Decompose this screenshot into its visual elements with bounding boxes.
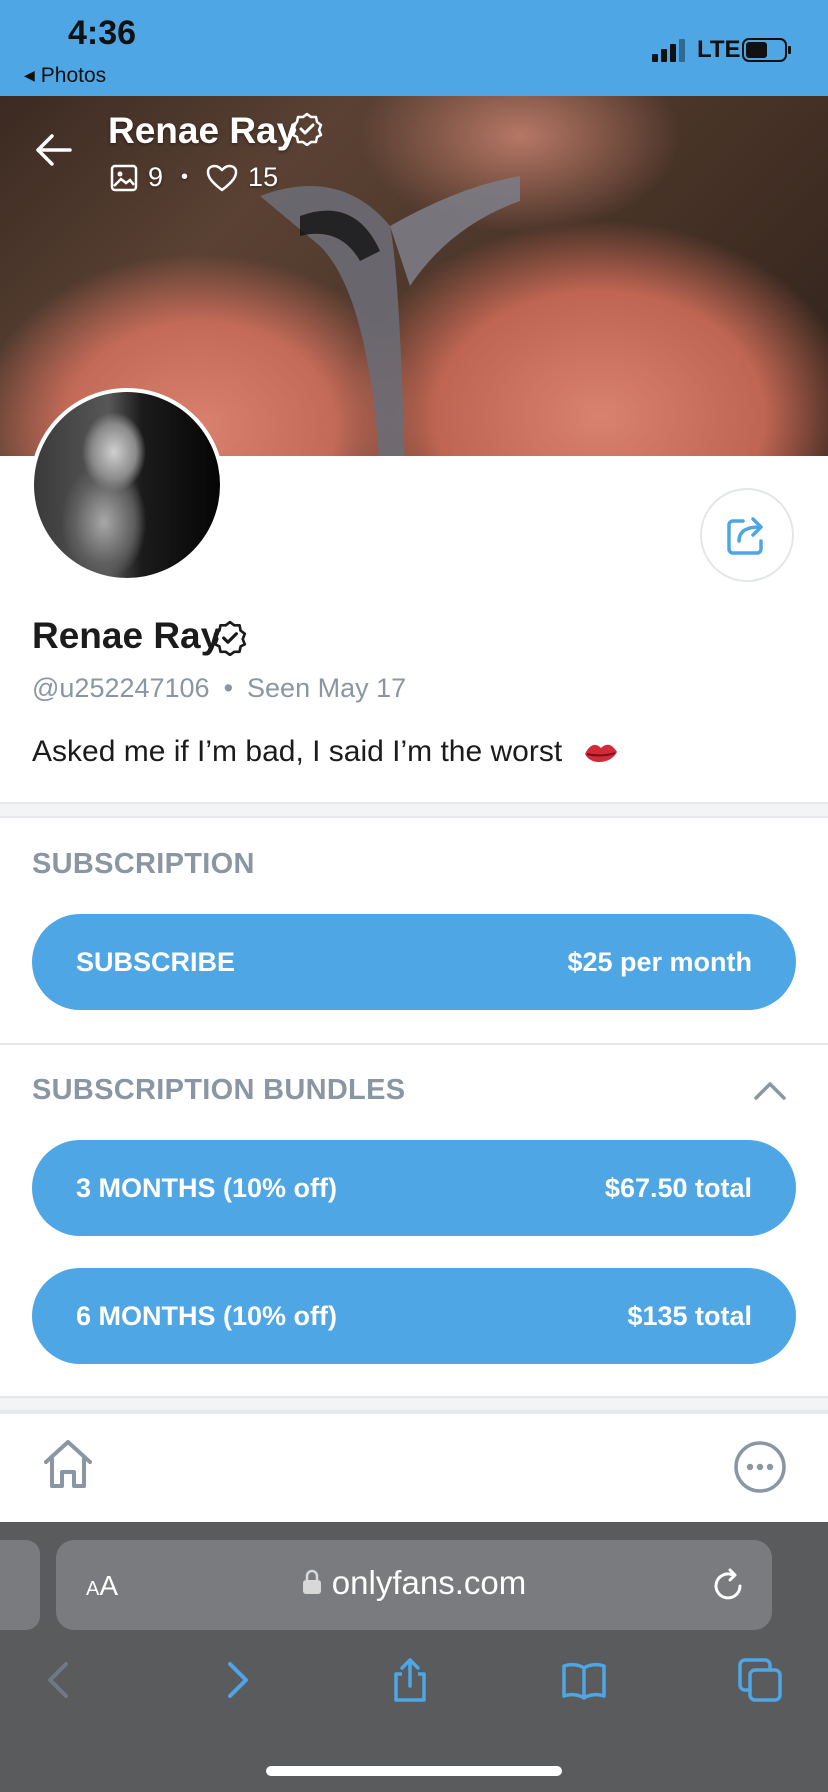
cover-name: Renae Ray — [108, 110, 298, 151]
seen-label: Seen — [247, 673, 311, 703]
bottom-nav-bar — [0, 1412, 828, 1522]
back-arrow-icon[interactable] — [34, 130, 74, 170]
profile-bio: Asked me if I’m bad, I said I’m the wors… — [32, 735, 619, 769]
subscribe-label: SUBSCRIBE — [76, 946, 236, 977]
bundle-6-months-button[interactable]: 6 MONTHS (10% off) $135 total — [32, 1268, 796, 1364]
bio-text: Asked me if I’m bad, I said I’m the wors… — [32, 735, 563, 768]
network-label: LTE — [697, 36, 741, 63]
url-text: onlyfans.com — [331, 1564, 527, 1601]
section-divider — [0, 1396, 828, 1412]
likes-count: 15 — [248, 162, 279, 192]
bundle-label: 6 MONTHS (10% off) — [76, 1300, 338, 1331]
cover-image-detail — [260, 176, 520, 456]
back-to-app-link[interactable]: ◀ Photos — [24, 64, 106, 88]
signal-icon — [652, 39, 685, 62]
profile-meta: @u252247106 • Seen May 17 — [32, 673, 406, 704]
browser-back-icon[interactable] — [36, 1656, 84, 1704]
subscribe-price: $25 per month — [567, 946, 752, 977]
share-icon — [727, 517, 763, 555]
subscription-title: SUBSCRIPTION — [32, 848, 255, 880]
stats-separator: • — [181, 166, 189, 188]
bundle-price: $135 total — [627, 1300, 752, 1331]
cover-stats: 9 • 15 — [110, 162, 278, 193]
home-indicator[interactable] — [266, 1766, 562, 1776]
bundle-3-months-button[interactable]: 3 MONTHS (10% off) $67.50 total — [32, 1140, 796, 1236]
home-icon[interactable] — [40, 1436, 96, 1492]
subscribe-button[interactable]: SUBSCRIBE $25 per month — [32, 914, 796, 1010]
section-divider — [0, 1043, 828, 1045]
reload-icon[interactable] — [710, 1568, 746, 1604]
bundles-title: SUBSCRIPTION BUNDLES — [32, 1074, 406, 1106]
verified-icon — [213, 620, 247, 656]
chevron-up-icon[interactable] — [752, 1078, 788, 1102]
battery-icon — [742, 38, 791, 62]
more-icon[interactable] — [733, 1440, 787, 1494]
section-divider — [0, 802, 828, 818]
share-button[interactable] — [700, 488, 794, 582]
browser-forward-icon[interactable] — [212, 1656, 260, 1704]
bundle-price: $67.50 total — [604, 1172, 752, 1203]
meta-separator: • — [223, 673, 234, 703]
heart-icon — [206, 164, 238, 191]
bookmarks-icon[interactable] — [560, 1656, 608, 1704]
back-app-label: Photos — [40, 64, 107, 87]
lock-icon — [302, 1570, 321, 1595]
tabs-icon[interactable] — [736, 1656, 784, 1704]
photos-count: 9 — [148, 162, 164, 192]
back-triangle-icon: ◀ — [24, 67, 35, 83]
status-time: 4:36 — [68, 14, 137, 52]
browser-share-icon[interactable] — [386, 1656, 434, 1704]
seen-date: May 17 — [317, 673, 407, 703]
url-display[interactable]: onlyfans.com — [0, 1564, 828, 1602]
avatar-photo — [34, 392, 220, 578]
image-icon — [110, 164, 138, 191]
profile-name: Renae Ray — [32, 615, 222, 656]
verified-icon — [291, 112, 323, 146]
avatar[interactable] — [30, 388, 224, 582]
kiss-lips-icon — [584, 744, 617, 763]
username: @u252247106 — [32, 673, 210, 703]
bundle-label: 3 MONTHS (10% off) — [76, 1172, 338, 1203]
